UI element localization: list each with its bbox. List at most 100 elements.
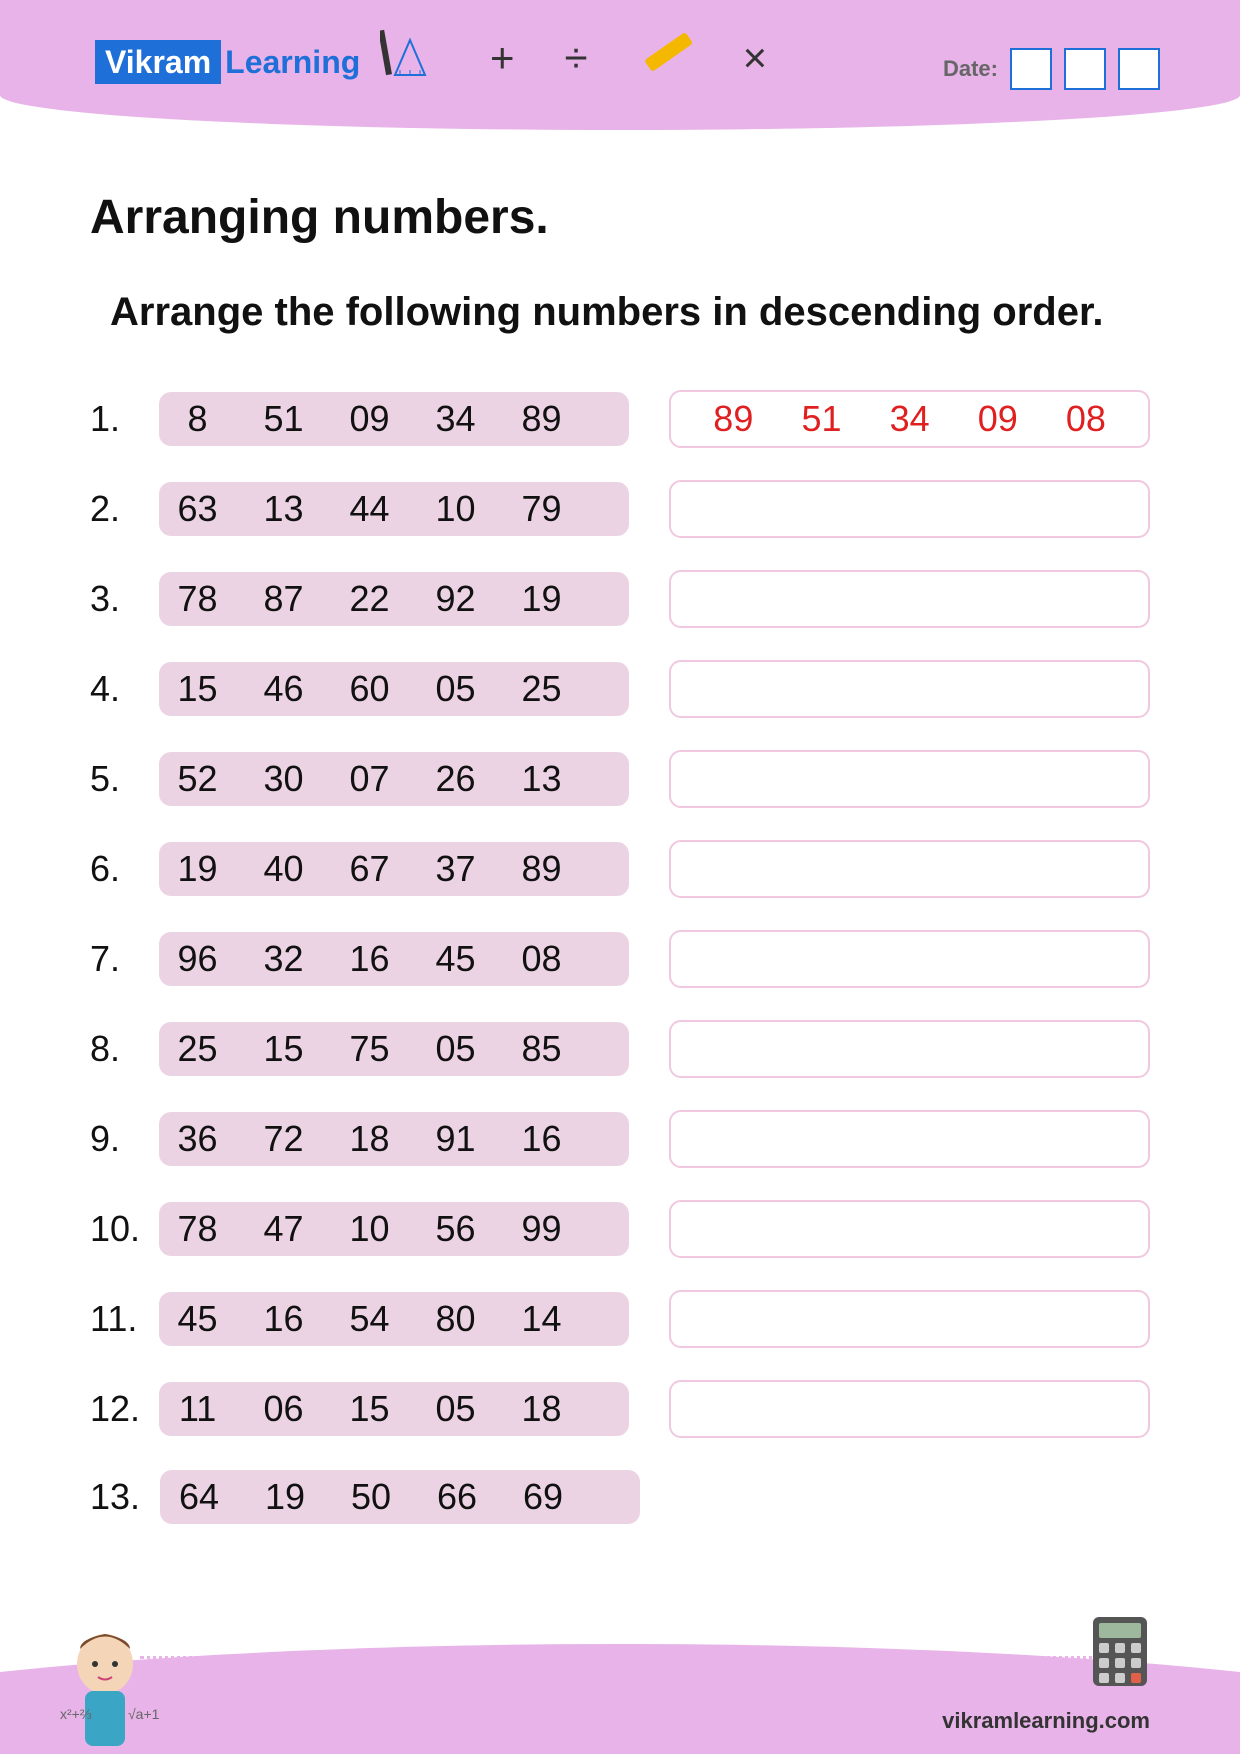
row-number: 6.	[90, 848, 159, 890]
footer-url: vikramlearning.com	[942, 1708, 1150, 1734]
logo: VikramLearning	[95, 44, 360, 81]
number-chip: 91	[431, 1118, 481, 1160]
number-chip: 60	[345, 668, 395, 710]
question-row: 6.1940673789	[90, 840, 1150, 898]
number-chips: 6419506669	[160, 1470, 640, 1524]
row-number: 13.	[90, 1476, 160, 1518]
number-chip: 06	[259, 1388, 309, 1430]
answer-box[interactable]	[669, 1380, 1150, 1438]
number-chip: 08	[517, 938, 567, 980]
number-chip: 07	[345, 758, 395, 800]
number-chips: 96 32 16 45 08	[159, 932, 630, 986]
answer-box[interactable]	[669, 930, 1150, 988]
number-chip: 18	[345, 1118, 395, 1160]
number-chip: 32	[259, 938, 309, 980]
geometry-icon	[380, 25, 440, 90]
answer-box[interactable]	[669, 840, 1150, 898]
number-chip: 22	[345, 578, 395, 620]
number-chip: 18	[517, 1388, 567, 1430]
answer-box[interactable]: 8951340908	[669, 390, 1150, 448]
number-chip: 10	[345, 1208, 395, 1250]
number-chip: 30	[259, 758, 309, 800]
question-row: 13.6419506669	[90, 1470, 1150, 1524]
footer: x²+⅔ √a+1 vikramlearning.com	[0, 1604, 1240, 1754]
number-chip: 79	[517, 488, 567, 530]
number-chip: 92	[431, 578, 481, 620]
number-chip: 15	[345, 1388, 395, 1430]
divide-icon: ÷	[565, 34, 588, 82]
question-row: 7. 96 32 16 45 08	[90, 930, 1150, 988]
number-chip: 36	[173, 1118, 223, 1160]
answer-value: 09	[973, 398, 1023, 440]
answer-box[interactable]	[669, 1110, 1150, 1168]
instruction: Arrange the following numbers in descend…	[110, 290, 1150, 335]
footer-wave	[0, 1644, 1240, 1754]
question-row: 5.5230072613	[90, 750, 1150, 808]
number-chip: 05	[431, 668, 481, 710]
answer-box[interactable]	[669, 570, 1150, 628]
number-chip: 56	[431, 1208, 481, 1250]
number-chip: 05	[431, 1388, 481, 1430]
number-chip: 69	[518, 1476, 568, 1518]
number-chip: 15	[173, 668, 223, 710]
number-chip: 05	[431, 1028, 481, 1070]
number-chip: 13	[517, 758, 567, 800]
answer-box[interactable]	[669, 750, 1150, 808]
logo-part2: Learning	[221, 44, 360, 80]
number-chips: 5230072613	[159, 752, 630, 806]
number-chip: 13	[259, 488, 309, 530]
row-number: 3.	[90, 578, 159, 620]
number-chip: 96	[173, 938, 223, 980]
number-chip: 78	[173, 578, 223, 620]
number-chip: 8	[173, 398, 223, 440]
student-icon: x²+⅔ √a+1	[50, 1619, 160, 1754]
number-chip: 40	[259, 848, 309, 890]
answer-box[interactable]	[669, 1290, 1150, 1348]
row-number: 4.	[90, 668, 159, 710]
date-box-2[interactable]	[1064, 48, 1106, 90]
header-icons: + ÷ ×	[380, 25, 767, 90]
number-chip: 45	[173, 1298, 223, 1340]
number-chip: 34	[431, 398, 481, 440]
logo-part1: Vikram	[95, 40, 221, 84]
number-chip: 45	[431, 938, 481, 980]
ruler-icon	[638, 25, 693, 90]
content: Arranging numbers. Arrange the following…	[0, 130, 1240, 1524]
answer-value: 89	[708, 398, 758, 440]
number-chip: 63	[173, 488, 223, 530]
row-number: 10.	[90, 1208, 159, 1250]
number-chip: 89	[517, 398, 567, 440]
number-chip: 19	[260, 1476, 310, 1518]
question-row: 8.2515750585	[90, 1020, 1150, 1078]
number-chips: 2515750585	[159, 1022, 630, 1076]
answer-box[interactable]	[669, 1020, 1150, 1078]
date-box-1[interactable]	[1010, 48, 1052, 90]
number-chip: 80	[431, 1298, 481, 1340]
rows-container: 1.85109348989513409082.63134410793.78872…	[90, 390, 1150, 1524]
answer-box[interactable]	[669, 1200, 1150, 1258]
number-chip: 26	[431, 758, 481, 800]
number-chip: 44	[345, 488, 395, 530]
number-chips: 1106150518	[159, 1382, 630, 1436]
row-number: 12.	[90, 1388, 159, 1430]
answer-box[interactable]	[669, 480, 1150, 538]
header: VikramLearning + ÷ × Date:	[0, 0, 1240, 130]
number-chips: 4516548014	[159, 1292, 630, 1346]
row-number: 7.	[90, 938, 159, 980]
number-chip: 16	[517, 1118, 567, 1160]
date-box-3[interactable]	[1118, 48, 1160, 90]
number-chips: 6313441079	[159, 482, 630, 536]
number-chip: 37	[431, 848, 481, 890]
question-row: 1.8510934898951340908	[90, 390, 1150, 448]
number-chip: 19	[173, 848, 223, 890]
number-chip: 19	[517, 578, 567, 620]
row-number: 5.	[90, 758, 159, 800]
multiply-icon: ×	[743, 34, 768, 82]
plus-icon: +	[490, 34, 515, 82]
answer-box[interactable]	[669, 660, 1150, 718]
number-chip: 14	[517, 1298, 567, 1340]
number-chip: 16	[345, 938, 395, 980]
number-chip: 67	[345, 848, 395, 890]
answer-value: 34	[885, 398, 935, 440]
number-chip: 64	[174, 1476, 224, 1518]
